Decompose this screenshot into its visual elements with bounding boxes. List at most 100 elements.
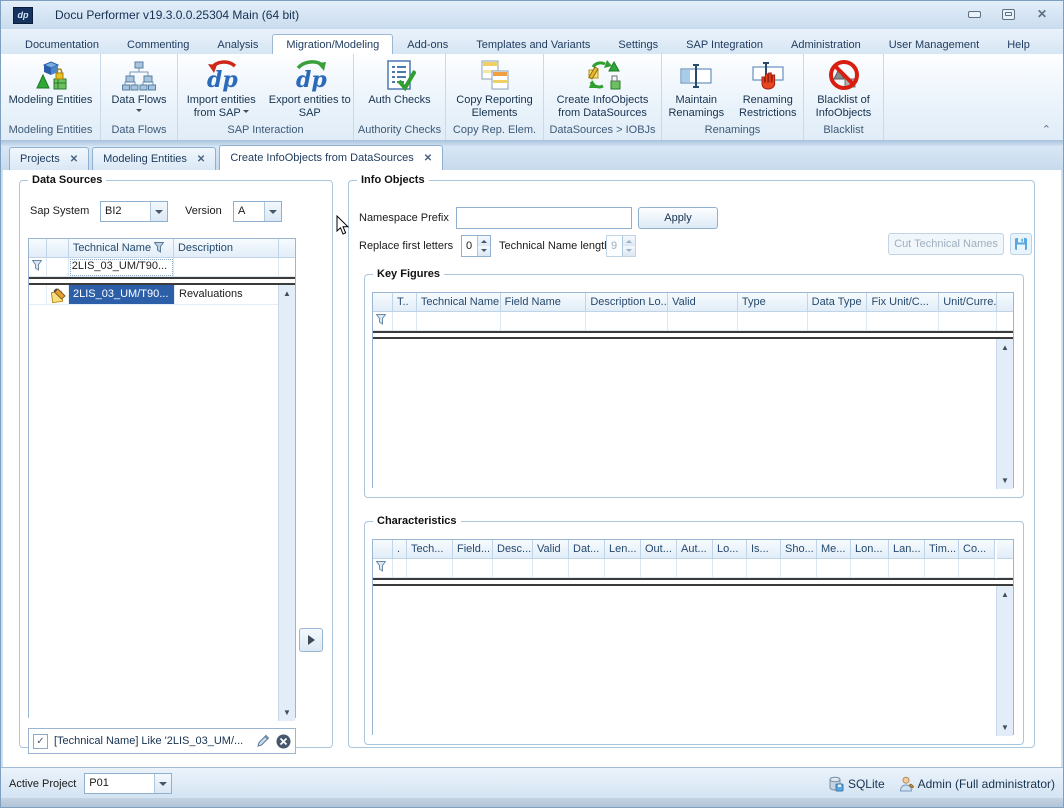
characteristics-scrollbar[interactable]: ▲ ▼	[996, 586, 1013, 736]
filter-cell[interactable]	[867, 312, 939, 331]
column-header[interactable]: Dat...	[569, 540, 605, 559]
column-header-technical-name[interactable]: Technical Name	[69, 239, 174, 258]
scroll-down-icon[interactable]: ▼	[279, 705, 295, 720]
column-header[interactable]: Valid	[533, 540, 569, 559]
column-header[interactable]: Unit/Curre...	[939, 293, 997, 312]
menu-tab-templates-variants[interactable]: Templates and Variants	[462, 34, 604, 54]
filter-cell[interactable]	[47, 258, 69, 277]
cut-technical-names-button[interactable]: Cut Technical Names	[888, 233, 1004, 255]
filter-cell[interactable]	[453, 559, 493, 578]
menu-tab-sap-integration[interactable]: SAP Integration	[672, 34, 777, 54]
column-header[interactable]: Tech...	[407, 540, 453, 559]
column-header[interactable]: Tim...	[925, 540, 959, 559]
filter-cell[interactable]	[393, 559, 407, 578]
column-header[interactable]: Aut...	[677, 540, 713, 559]
column-header[interactable]: Is...	[747, 540, 781, 559]
column-header[interactable]: Len...	[605, 540, 641, 559]
doc-tab-create-infoobjects[interactable]: Create InfoObjects from DataSources ✕	[219, 145, 443, 170]
menu-tab-analysis[interactable]: Analysis	[203, 34, 272, 54]
filter-cell[interactable]	[781, 559, 817, 578]
copy-reporting-elements-button[interactable]: Copy Reporting Elements	[448, 55, 542, 120]
technical-name-length-stepper[interactable]: 9	[606, 235, 636, 257]
filter-cell[interactable]	[713, 559, 747, 578]
column-header[interactable]: Field Name	[501, 293, 587, 312]
menu-tab-migration-modeling[interactable]: Migration/Modeling	[272, 34, 393, 54]
auth-checks-button[interactable]: Auth Checks	[358, 55, 442, 107]
close-tab-icon[interactable]: ✕	[197, 154, 205, 165]
filter-cell[interactable]	[889, 559, 925, 578]
filter-cell[interactable]	[808, 312, 868, 331]
restore-button[interactable]	[995, 5, 1021, 23]
filter-cell[interactable]	[641, 559, 677, 578]
minimize-button[interactable]	[961, 5, 987, 23]
filter-cell[interactable]	[851, 559, 889, 578]
menu-tab-add-ons[interactable]: Add-ons	[393, 34, 462, 54]
data-source-row[interactable]: 2LIS_03_UM/T90... Revaluations	[29, 285, 295, 305]
filter-cell[interactable]	[817, 559, 851, 578]
modeling-entities-button[interactable]: Modeling Entities	[3, 55, 99, 107]
spin-up-icon[interactable]	[478, 236, 490, 246]
filter-checkbox[interactable]: ✓	[33, 734, 48, 749]
doc-tab-modeling-entities[interactable]: Modeling Entities ✕	[92, 147, 216, 170]
data-flows-button[interactable]: Data Flows	[102, 55, 176, 115]
edit-filter-icon[interactable]	[256, 734, 270, 748]
close-tab-icon[interactable]: ✕	[70, 154, 78, 165]
scroll-down-icon[interactable]: ▼	[997, 720, 1013, 735]
create-infoobjects-button[interactable]: Create InfoObjects from DataSources	[545, 55, 661, 120]
column-header-description[interactable]: Description	[174, 239, 279, 258]
active-project-select[interactable]: P01	[84, 773, 172, 794]
column-header[interactable]: Field...	[453, 540, 493, 559]
filter-cell[interactable]	[738, 312, 808, 331]
sap-system-select[interactable]: BI2	[100, 201, 168, 222]
replace-first-letters-stepper[interactable]: 0	[461, 235, 491, 257]
column-header[interactable]: T..	[393, 293, 417, 312]
clear-filter-icon[interactable]	[276, 734, 291, 749]
column-header[interactable]: Lan...	[889, 540, 925, 559]
doc-tab-projects[interactable]: Projects ✕	[9, 147, 89, 170]
column-header[interactable]: Fix Unit/C...	[867, 293, 939, 312]
filter-cell[interactable]	[668, 312, 738, 331]
filter-cell[interactable]	[569, 559, 605, 578]
import-entities-button[interactable]: dp Import entities from SAP	[178, 55, 265, 120]
close-button[interactable]: ✕	[1029, 5, 1055, 23]
menu-tab-documentation[interactable]: Documentation	[11, 34, 113, 54]
cell-description[interactable]: Revaluations	[175, 285, 281, 305]
column-header[interactable]: Out...	[641, 540, 677, 559]
filter-cell[interactable]	[959, 559, 995, 578]
ribbon-collapse-icon[interactable]: ⌃	[1042, 123, 1051, 136]
renaming-restrictions-button[interactable]: Renaming Restrictions	[733, 55, 803, 120]
apply-button[interactable]: Apply	[638, 207, 718, 229]
move-right-button[interactable]	[299, 628, 323, 652]
menu-tab-administration[interactable]: Administration	[777, 34, 875, 54]
filter-cell[interactable]	[677, 559, 713, 578]
filter-cell-description[interactable]	[174, 258, 279, 277]
filter-cell[interactable]	[417, 312, 501, 331]
menu-tab-user-management[interactable]: User Management	[875, 34, 994, 54]
cell-technical-name[interactable]: 2LIS_03_UM/T90...	[69, 285, 175, 305]
column-header[interactable]: Valid	[668, 293, 738, 312]
column-header[interactable]: Type	[738, 293, 808, 312]
filter-cell-technical-name[interactable]: 2LIS_03_UM/T90...	[69, 258, 174, 277]
scroll-up-icon[interactable]: ▲	[997, 340, 1013, 355]
maintain-renamings-button[interactable]: Maintain Renamings	[662, 55, 731, 120]
export-entities-button[interactable]: dp Export entities to SAP	[267, 55, 354, 120]
column-header[interactable]: Lo...	[713, 540, 747, 559]
column-header[interactable]: .	[393, 540, 407, 559]
filter-cell[interactable]	[605, 559, 641, 578]
version-select[interactable]: A	[233, 201, 282, 222]
namespace-prefix-input[interactable]	[456, 207, 632, 229]
column-header[interactable]: Data Type	[808, 293, 868, 312]
filter-cell[interactable]	[939, 312, 997, 331]
spin-down-icon[interactable]	[478, 246, 490, 256]
filter-cell[interactable]	[501, 312, 587, 331]
scroll-down-icon[interactable]: ▼	[997, 473, 1013, 488]
filter-cell[interactable]	[393, 312, 417, 331]
filter-cell[interactable]	[493, 559, 533, 578]
data-sources-scrollbar[interactable]: ▲ ▼	[278, 285, 295, 721]
close-tab-icon[interactable]: ✕	[424, 153, 432, 164]
menu-tab-help[interactable]: Help	[993, 34, 1044, 54]
blacklist-infoobjects-button[interactable]: Blacklist of InfoObjects	[805, 55, 883, 120]
save-button[interactable]	[1010, 233, 1032, 255]
column-header[interactable]: Desc...	[493, 540, 533, 559]
scroll-up-icon[interactable]: ▲	[279, 286, 295, 301]
